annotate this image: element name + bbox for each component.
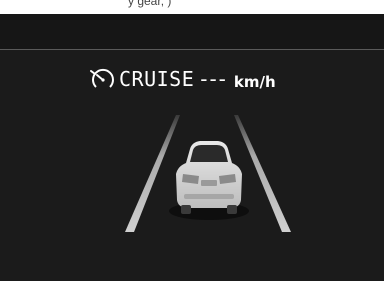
- road-graphic: [125, 115, 291, 232]
- caption-strip: y gear, ): [0, 0, 384, 14]
- lane-line-left: [125, 115, 180, 232]
- instrument-display: CRUISE --- km/h: [0, 14, 384, 281]
- cluster-screenshot: y gear, ) CRUISE --- km/h: [0, 0, 384, 281]
- car-rear-view-icon: [169, 141, 249, 220]
- caption-text: y gear, ): [128, 0, 172, 8]
